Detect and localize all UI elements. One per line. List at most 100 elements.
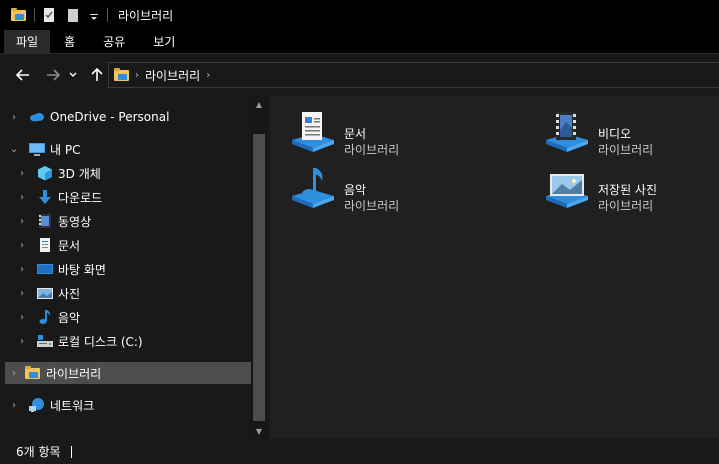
library-type: 라이브러리: [598, 199, 654, 213]
picture-icon: [36, 285, 54, 301]
disk-icon: [36, 333, 54, 349]
navigation-pane: › OneDrive - Personal ⌄ 내 PC › 3D 개체 › 다…: [0, 96, 267, 439]
library-type: 라이브러리: [344, 199, 400, 213]
chevron-right-icon[interactable]: ›: [16, 288, 28, 299]
chevron-right-icon[interactable]: ›: [16, 240, 28, 251]
sidebar-item-label: 음악: [58, 310, 81, 325]
sidebar-item-label: OneDrive - Personal: [50, 110, 170, 124]
title-bar: 라이브러리: [0, 0, 719, 30]
forward-button[interactable]: [42, 64, 64, 86]
library-name: 비디오: [598, 127, 632, 141]
back-button[interactable]: [12, 64, 34, 86]
chevron-right-icon[interactable]: ›: [16, 264, 28, 275]
videos-library-icon: [544, 110, 590, 154]
chevron-right-icon[interactable]: ›: [206, 70, 210, 81]
customize-toolbar-icon[interactable]: [89, 7, 99, 23]
chevron-right-icon[interactable]: ›: [8, 400, 20, 411]
document-icon: [36, 237, 54, 253]
navigation-bar: › 라이브러리 ›: [0, 55, 719, 95]
sidebar-item-onedrive[interactable]: › OneDrive - Personal: [0, 106, 251, 128]
library-type: 라이브러리: [598, 143, 654, 157]
cube-icon: [36, 165, 54, 181]
status-divider: [70, 445, 72, 458]
sidebar-item-documents[interactable]: › 문서: [0, 234, 251, 256]
library-music[interactable]: 음악 라이브러리: [290, 166, 490, 214]
recent-locations-button[interactable]: [66, 64, 80, 86]
sidebar-item-label: 바탕 화면: [58, 262, 106, 277]
sidebar-item-3d-objects[interactable]: › 3D 개체: [0, 162, 251, 184]
library-name: 저장된 사진: [598, 183, 658, 197]
documents-library-icon: [290, 110, 336, 154]
scrollbar-thumb[interactable]: [253, 134, 265, 421]
file-list-view: 문서 라이브러리 비디오 라이브러리 음악 라이브러리 저장된 사진 라이브러리: [270, 96, 719, 439]
arrow-right-icon: [47, 69, 60, 81]
sidebar-item-label: 3D 개체: [58, 166, 101, 181]
tab-share[interactable]: 공유: [89, 30, 139, 53]
window-title: 라이브러리: [118, 8, 174, 23]
sidebar-item-label: 라이브러리: [46, 366, 102, 381]
library-folder-icon: [113, 67, 129, 83]
download-icon: [36, 189, 54, 205]
new-folder-icon[interactable]: [65, 7, 81, 23]
chevron-down-icon: [69, 72, 77, 77]
quick-access-toolbar: [0, 0, 114, 30]
scroll-up-icon[interactable]: ▲: [251, 96, 267, 112]
arrow-left-icon: [16, 69, 29, 81]
library-documents[interactable]: 문서 라이브러리: [290, 110, 490, 158]
cloud-icon: [28, 109, 46, 125]
saved-pictures-library-icon: [544, 166, 590, 210]
arrow-up-icon: [91, 68, 103, 81]
chevron-right-icon[interactable]: ›: [8, 112, 20, 123]
sidebar-item-label: 다운로드: [58, 190, 103, 205]
library-type: 라이브러리: [344, 143, 400, 157]
chevron-right-icon[interactable]: ›: [8, 368, 20, 379]
library-folder-icon[interactable]: [10, 7, 26, 23]
chevron-down-icon[interactable]: ⌄: [8, 144, 20, 155]
chevron-right-icon[interactable]: ›: [16, 336, 28, 347]
library-name: 문서: [344, 127, 367, 141]
sidebar-item-label: 로컬 디스크 (C:): [58, 334, 143, 349]
sidebar-item-label: 문서: [58, 238, 81, 253]
chevron-right-icon[interactable]: ›: [16, 312, 28, 323]
status-bar: 6개 항목: [0, 439, 719, 464]
library-name: 음악: [344, 183, 367, 197]
sidebar-item-desktop[interactable]: › 바탕 화면: [0, 258, 251, 280]
nav-pane-scrollbar[interactable]: ▲ ▼: [251, 96, 267, 439]
sidebar-item-label: 동영상: [58, 214, 92, 229]
scroll-down-icon[interactable]: ▼: [251, 423, 267, 439]
library-saved-pictures[interactable]: 저장된 사진 라이브러리: [544, 166, 719, 214]
sidebar-item-label: 내 PC: [50, 142, 81, 157]
sidebar-item-downloads[interactable]: › 다운로드: [0, 186, 251, 208]
properties-icon[interactable]: [41, 7, 57, 23]
toolbar-divider: [107, 8, 108, 22]
ribbon-tabs: 파일 홈 공유 보기: [0, 30, 719, 54]
desktop-icon: [36, 261, 54, 277]
sidebar-item-music[interactable]: › 음악: [0, 306, 251, 328]
library-videos[interactable]: 비디오 라이브러리: [544, 110, 719, 158]
video-icon: [36, 213, 54, 229]
sidebar-item-local-disk[interactable]: › 로컬 디스크 (C:): [0, 330, 251, 352]
music-library-icon: [290, 166, 336, 210]
music-icon: [36, 309, 54, 325]
sidebar-item-libraries[interactable]: › 라이브러리: [5, 362, 251, 384]
chevron-right-icon[interactable]: ›: [16, 168, 28, 179]
sidebar-item-videos[interactable]: › 동영상: [0, 210, 251, 232]
address-bar[interactable]: › 라이브러리 ›: [108, 62, 719, 88]
sidebar-item-network[interactable]: › 네트워크: [0, 394, 251, 416]
chevron-right-icon[interactable]: ›: [135, 70, 139, 81]
library-icon: [24, 365, 42, 381]
tab-home[interactable]: 홈: [50, 30, 89, 53]
sidebar-item-this-pc[interactable]: ⌄ 내 PC: [0, 138, 251, 160]
chevron-right-icon[interactable]: ›: [16, 192, 28, 203]
sidebar-item-pictures[interactable]: › 사진: [0, 282, 251, 304]
sidebar-item-label: 사진: [58, 286, 81, 301]
chevron-right-icon[interactable]: ›: [16, 216, 28, 227]
toolbar-divider: [34, 8, 35, 22]
sidebar-item-label: 네트워크: [50, 398, 95, 413]
computer-icon: [28, 141, 46, 157]
up-button[interactable]: [86, 64, 108, 86]
tab-file[interactable]: 파일: [4, 30, 51, 53]
breadcrumb-libraries[interactable]: 라이브러리: [145, 67, 200, 84]
tab-view[interactable]: 보기: [139, 30, 189, 53]
item-count: 6개 항목: [16, 445, 61, 459]
